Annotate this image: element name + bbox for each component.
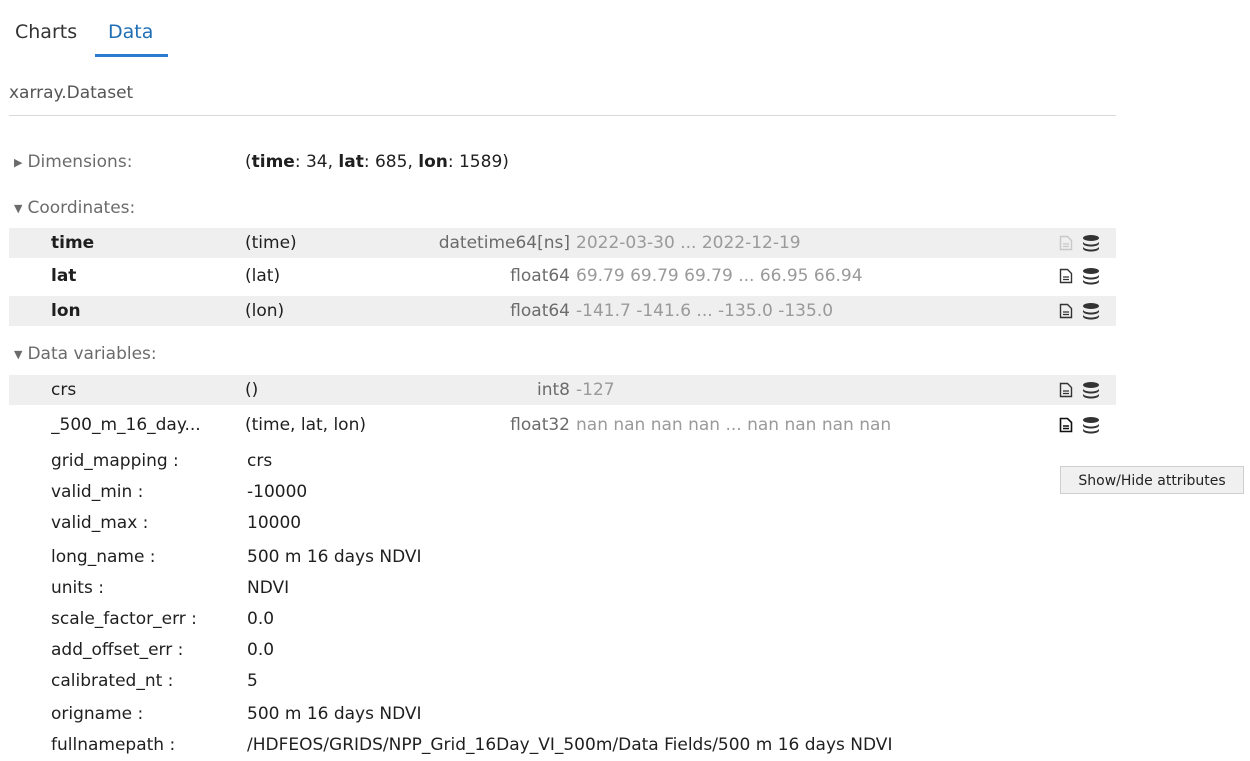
attr-add-offset-err: add_offset_err :0.0 xyxy=(51,640,275,660)
attr-calibrated-nt: calibrated_nt :5 xyxy=(51,671,258,691)
section-coordinates[interactable]: ▼ Coordinates: xyxy=(14,193,135,223)
attr-valid-max: valid_max :10000 xyxy=(51,513,302,533)
attr-units: units : NDVI xyxy=(51,578,290,598)
file-text-icon[interactable] xyxy=(1059,382,1073,398)
var-dtype: float32 xyxy=(510,415,570,435)
attr-fullnamepath: fullnamepath :/HDFEOS/GRIDS/NPP_Grid_16D… xyxy=(51,735,893,755)
tab-data[interactable]: Data xyxy=(108,20,153,44)
dimensions-summary: (time: 34, lat: 685, lon: 1589) xyxy=(245,152,509,172)
dim-lat-name: lat xyxy=(338,152,364,172)
divider xyxy=(9,115,1116,116)
section-label: Dimensions: xyxy=(27,152,133,172)
attr-long-name: long_name :500 m 16 days NDVI xyxy=(51,547,422,567)
show-hide-attributes-tooltip: Show/Hide attributes xyxy=(1060,466,1244,494)
database-icon[interactable] xyxy=(1082,381,1100,399)
tab-charts[interactable]: Charts xyxy=(15,20,77,44)
coord-row-time: time (time) datetime64[ns] 2022-03-30 ..… xyxy=(9,228,1116,258)
file-text-icon[interactable] xyxy=(1059,235,1073,251)
database-icon[interactable] xyxy=(1082,302,1100,320)
var-row-ndvi: _500_m_16_day... (time, lat, lon) float3… xyxy=(9,410,1116,440)
section-data-variables[interactable]: ▼ Data variables: xyxy=(14,339,157,369)
coord-name: lat xyxy=(51,266,77,286)
coord-dtype: float64 xyxy=(510,266,570,286)
attr-valid-min: valid_min : -10000 xyxy=(51,482,308,502)
database-icon[interactable] xyxy=(1082,416,1100,434)
coord-dims: (time) xyxy=(245,233,297,253)
var-dims: (time, lat, lon) xyxy=(245,415,366,435)
section-dimensions[interactable]: ▶ Dimensions: xyxy=(14,147,132,177)
attr-grid-mapping: grid_mapping : crs xyxy=(51,451,273,471)
coord-dtype: datetime64[ns] xyxy=(438,233,570,253)
triangle-right-icon: ▶ xyxy=(14,156,23,169)
file-text-icon[interactable] xyxy=(1059,268,1073,284)
section-label: Data variables: xyxy=(27,344,157,364)
tab-bar: Charts Data xyxy=(0,0,1250,62)
triangle-down-icon: ▼ xyxy=(14,348,23,361)
file-text-icon[interactable] xyxy=(1059,303,1073,319)
coord-row-lon: lon (lon) float64 -141.7 -141.6 ... -135… xyxy=(9,296,1116,326)
triangle-down-icon: ▼ xyxy=(14,202,23,215)
var-name: crs xyxy=(51,380,77,400)
active-tab-indicator xyxy=(95,54,168,57)
coord-dims: (lat) xyxy=(245,266,281,286)
coord-preview: -141.7 -141.6 ... -135.0 -135.0 xyxy=(576,301,834,321)
attr-scale-factor-err: scale_factor_err :0.0 xyxy=(51,609,275,629)
file-text-icon[interactable] xyxy=(1059,417,1073,433)
database-icon[interactable] xyxy=(1082,267,1100,285)
coord-preview: 69.79 69.79 69.79 ... 66.95 66.94 xyxy=(576,266,863,286)
coord-preview: 2022-03-30 ... 2022-12-19 xyxy=(576,233,801,253)
attr-origname: origname :500 m 16 days NDVI xyxy=(51,704,422,724)
dataset-title: xarray.Dataset xyxy=(9,83,134,103)
var-preview: -127 xyxy=(576,380,615,400)
section-label: Coordinates: xyxy=(27,198,136,218)
coord-name: time xyxy=(51,233,95,253)
coord-dtype: float64 xyxy=(510,301,570,321)
var-row-crs: crs () int8 -127 xyxy=(9,375,1116,405)
coord-name: lon xyxy=(51,301,81,321)
var-preview: nan nan nan nan ... nan nan nan nan xyxy=(576,415,892,435)
var-dtype: int8 xyxy=(537,380,570,400)
var-dims: () xyxy=(245,380,259,400)
var-name: _500_m_16_day... xyxy=(51,415,201,435)
coord-dims: (lon) xyxy=(245,301,285,321)
coord-row-lat: lat (lat) float64 69.79 69.79 69.79 ... … xyxy=(9,261,1116,291)
database-icon[interactable] xyxy=(1082,234,1100,252)
dim-lon-name: lon xyxy=(418,152,448,172)
dim-time-name: time xyxy=(251,152,295,172)
